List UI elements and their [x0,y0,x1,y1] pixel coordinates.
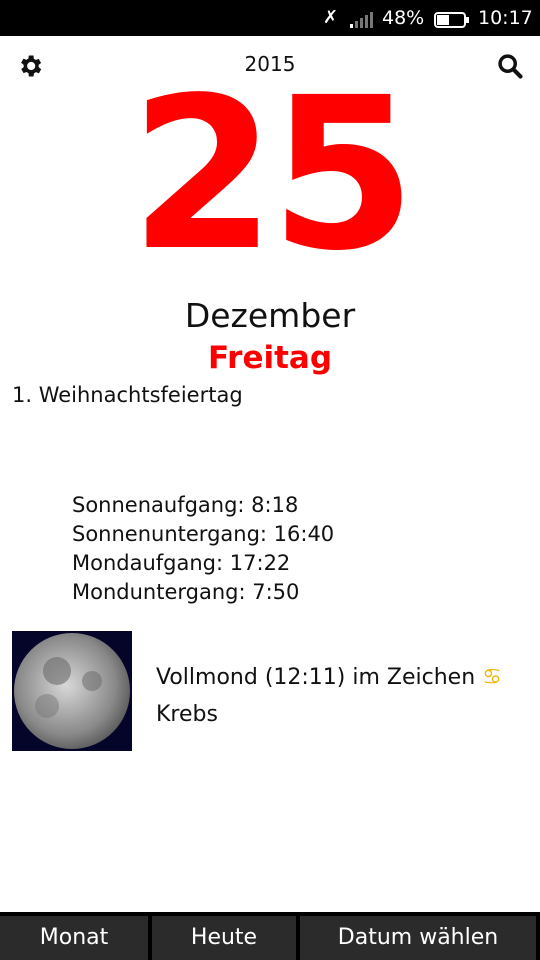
choose-date-button[interactable]: Datum wählen [300,916,536,960]
moon-phase-image [12,631,132,751]
sun-moon-times: Sonnenaufgang: 8:18 Sonnenuntergang: 16:… [72,491,334,607]
weekday-label: Freitag [207,340,333,376]
moon-phase-description: Vollmond (12:11) im Zeichen [156,665,476,690]
month-label: Dezember [184,296,356,335]
moon-phase-text: Vollmond (12:11) im Zeichen ♋ Krebs [156,659,502,733]
cancer-sign-icon: ♋ [482,665,502,690]
clock: 10:17 [478,7,533,29]
holiday-label: 1. Weihnachtsfeiertag [12,383,243,407]
moonset: Monduntergang: 7:50 [72,580,300,604]
status-bar: ✗ 48% 10:17 [0,0,540,36]
mute-icon: ✗ [323,7,339,28]
day-number: 25 [129,52,416,297]
today-button[interactable]: Heute [152,916,296,960]
battery-percent: 48% [382,7,425,29]
moonrise: Mondaufgang: 17:22 [72,551,291,575]
signal-icon [350,10,376,33]
bottom-nav: Monat Heute Datum wählen [0,912,540,960]
zodiac-sign: Krebs [156,702,218,727]
battery-icon [434,11,470,33]
sunrise: Sonnenaufgang: 8:18 [72,493,299,517]
sunset: Sonnenuntergang: 16:40 [72,522,335,546]
month-button[interactable]: Monat [0,916,148,960]
